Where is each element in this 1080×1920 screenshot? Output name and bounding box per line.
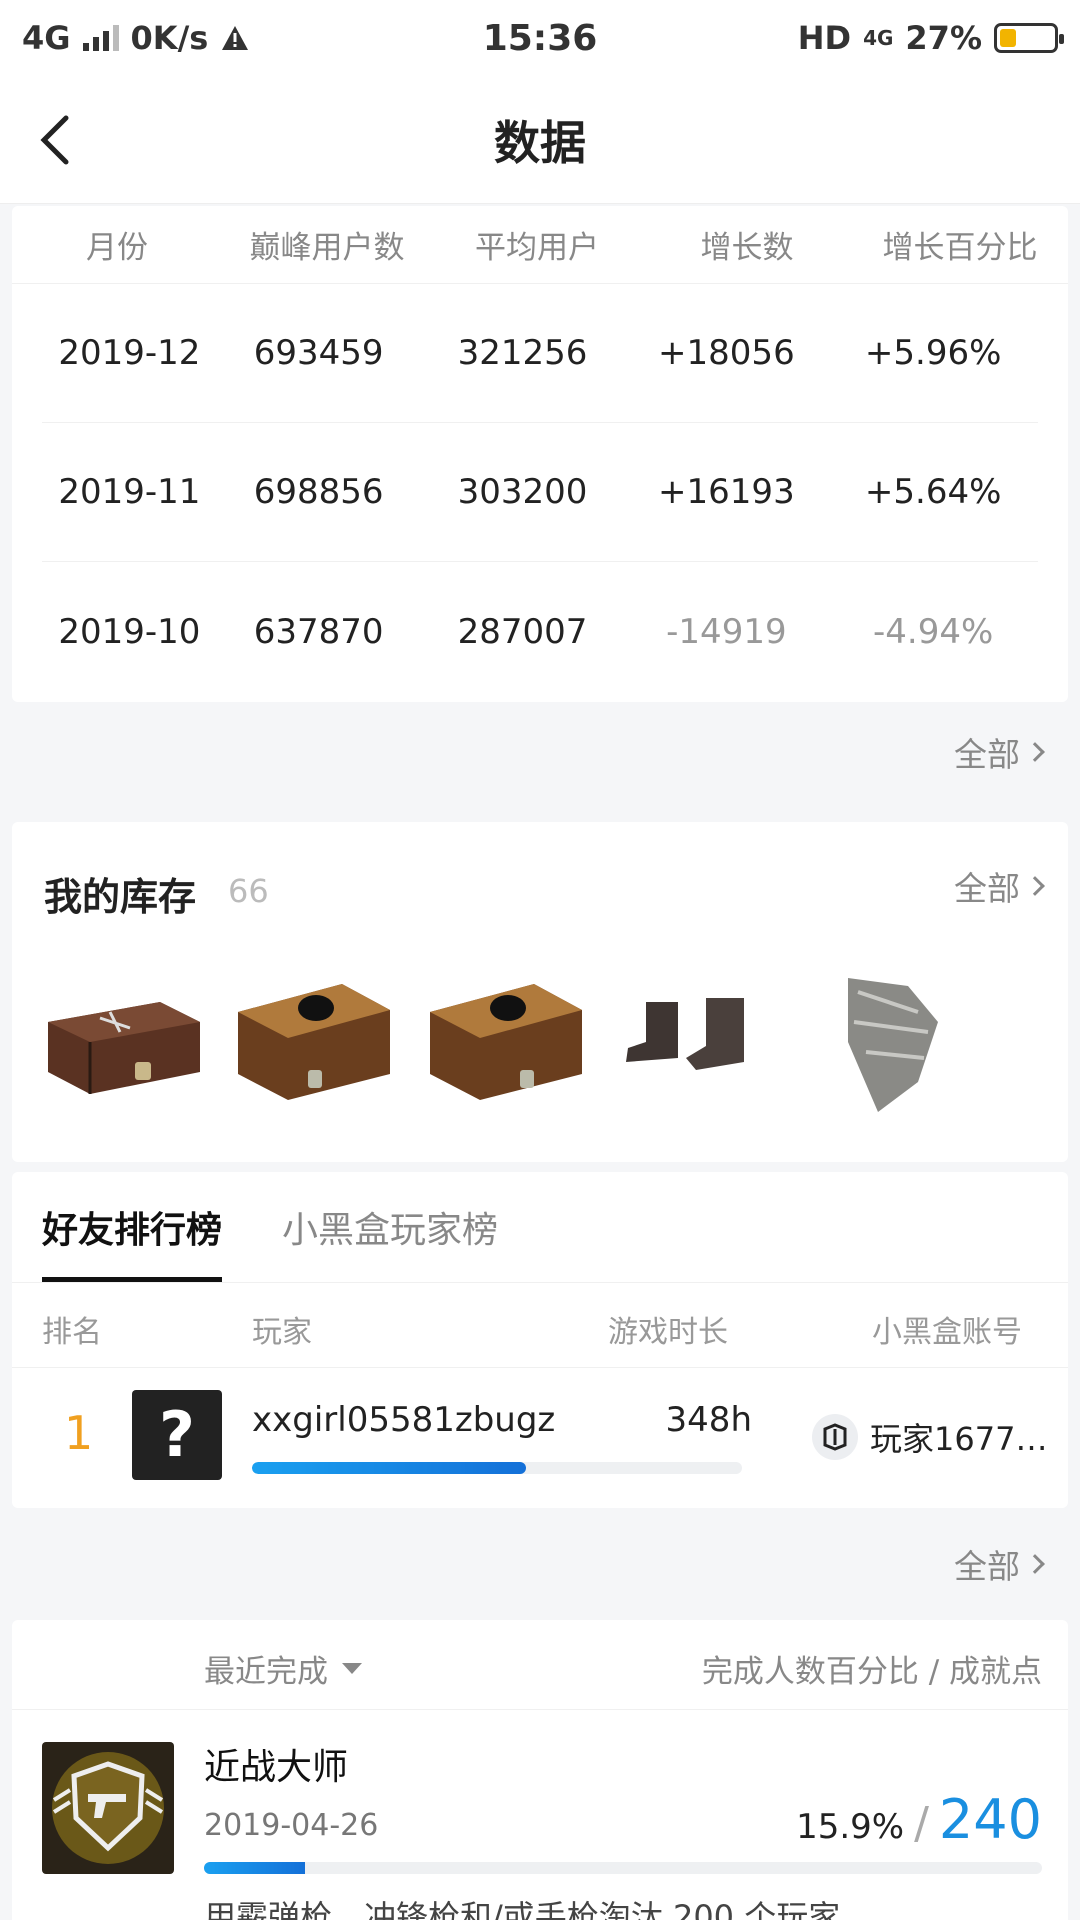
boots-item-icon[interactable] — [616, 962, 778, 1112]
cell-month: 2019-10 — [58, 611, 201, 652]
hd-indicator: HD — [797, 19, 852, 57]
battery-percent: 27% — [905, 19, 982, 57]
cell-growth-pct: +5.96% — [864, 333, 1002, 373]
back-arrow-icon[interactable] — [26, 108, 90, 172]
cell-month: 2019-11 — [58, 472, 201, 512]
achievements-section: 最近完成 完成人数百分比 / 成就点 近战大师 2019-04-26 15.9%… — [12, 1620, 1068, 1920]
chevron-right-icon — [1025, 1554, 1045, 1574]
caret-down-icon — [342, 1663, 362, 1674]
inventory-items — [40, 962, 970, 1112]
col-growth: 增长数 — [700, 230, 794, 266]
achievement-progress-fill — [204, 1862, 305, 1874]
table-row: 2019-12 693459 321256 +18056 +5.96% — [42, 284, 1038, 423]
ranking-more-link[interactable]: 全部 — [954, 1540, 1045, 1588]
signal-icon — [82, 25, 119, 51]
cell-growth-pct: -4.94% — [873, 611, 994, 652]
achievement-stats: 15.9% / 240 — [796, 1788, 1042, 1851]
more-label: 全部 — [954, 1547, 1020, 1586]
col-month: 月份 — [86, 230, 148, 266]
network-type: 4G — [22, 19, 71, 57]
battery-icon — [994, 23, 1064, 53]
inventory-title: 我的库存 — [44, 875, 197, 919]
inventory-count: 66 — [228, 872, 269, 910]
cell-growth: +18056 — [658, 333, 795, 373]
achievements-header: 最近完成 完成人数百分比 / 成就点 — [12, 1620, 1068, 1710]
scarf-item-icon[interactable] — [808, 962, 970, 1112]
table-row: 2019-11 698856 303200 +16193 +5.64% — [42, 423, 1038, 562]
account-name: 玩家1677… — [870, 1420, 1048, 1458]
cell-avg: 303200 — [457, 472, 588, 512]
chevron-right-icon — [1025, 742, 1045, 762]
stat-separator: / — [914, 1798, 929, 1849]
ranking-tabs: 好友排行榜 小黑盒玩家榜 — [42, 1172, 498, 1282]
cell-peak: 693459 — [253, 333, 384, 373]
achievement-name: 近战大师 — [204, 1747, 349, 1788]
cell-growth: +16193 — [658, 472, 795, 512]
network-speed: 0K/s — [130, 19, 209, 57]
nav-bar: 数据 — [0, 76, 1080, 204]
achievement-description: 用霰弹枪、冲锋枪和/或手枪淘汰 200 个玩家。 — [204, 1898, 873, 1920]
playtime-bar-fill — [252, 1462, 527, 1474]
rank-number: 1 — [64, 1406, 94, 1460]
tab-heybox-ranking[interactable]: 小黑盒玩家榜 — [282, 1172, 498, 1282]
col-avg: 平均用户 — [475, 230, 599, 266]
cell-avg: 321256 — [457, 333, 588, 373]
melee-master-badge-icon — [42, 1742, 174, 1874]
sort-label: 最近完成 — [204, 1654, 328, 1690]
col-playtime: 游戏时长 — [608, 1315, 728, 1350]
cell-growth-pct: +5.64% — [864, 472, 1002, 512]
cell-avg: 287007 — [457, 611, 588, 652]
avatar[interactable]: ? — [132, 1390, 222, 1480]
page-title: 数据 — [494, 115, 586, 170]
status-bar: 4G 0K/s 15:36 HD 4G 27% — [0, 0, 1080, 76]
table-row: 2019-10 637870 287007 -14919 -4.94% — [42, 562, 1038, 701]
chevron-right-icon — [1025, 876, 1045, 896]
stats-table: 月份 巅峰用户数 平均用户 增长数 增长百分比 2019-12 693459 3… — [12, 206, 1068, 702]
ranking-section: 好友排行榜 小黑盒玩家榜 排名 玩家 游戏时长 小黑盒账号 1 ? xxgirl… — [12, 1172, 1068, 1508]
cell-peak: 698856 — [253, 472, 384, 512]
col-player: 玩家 — [252, 1315, 312, 1350]
col-account: 小黑盒账号 — [872, 1315, 1022, 1350]
inventory-more-link[interactable]: 全部 — [954, 862, 1045, 910]
warning-icon — [222, 26, 249, 50]
more-label: 全部 — [954, 735, 1020, 774]
ranking-header: 排名 玩家 游戏时长 小黑盒账号 — [12, 1282, 1068, 1368]
tab-friends-ranking[interactable]: 好友排行榜 — [42, 1172, 223, 1282]
inventory-section: 我的库存 66 全部 — [12, 822, 1068, 1162]
cell-month: 2019-12 — [58, 333, 201, 373]
col-growth-pct: 增长百分比 — [882, 230, 1038, 266]
achievement-date: 2019-04-26 — [204, 1808, 379, 1843]
play-hours: 348h — [665, 1400, 752, 1440]
battery-fill — [1000, 29, 1016, 47]
achievement-column-label: 完成人数百分比 / 成就点 — [701, 1654, 1042, 1690]
cell-peak: 637870 — [253, 611, 384, 652]
player-name: xxgirl05581zbugz — [252, 1400, 556, 1440]
col-peak: 巅峰用户数 — [249, 230, 405, 266]
achievement-points: 240 — [938, 1788, 1042, 1851]
cell-growth: -14919 — [666, 611, 787, 652]
playtime-bar — [252, 1462, 742, 1474]
crate-item-icon[interactable] — [424, 962, 586, 1112]
crate-item-icon[interactable] — [40, 962, 202, 1112]
network-small: 4G — [863, 26, 894, 50]
table-row[interactable]: 1 ? xxgirl05581zbugz 348h 玩家1677… — [12, 1368, 1068, 1508]
sort-dropdown[interactable]: 最近完成 — [204, 1646, 362, 1691]
achievement-progress-bar — [204, 1862, 1042, 1874]
achievement-percent: 15.9% — [796, 1807, 905, 1847]
crate-item-icon[interactable] — [232, 962, 394, 1112]
stats-more-link[interactable]: 全部 — [954, 728, 1045, 776]
col-rank: 排名 — [42, 1315, 102, 1350]
account-link[interactable]: 玩家1677… — [812, 1414, 1047, 1460]
more-label: 全部 — [954, 869, 1020, 908]
heybox-logo-icon — [812, 1414, 858, 1460]
stats-header: 月份 巅峰用户数 平均用户 增长数 增长百分比 — [12, 206, 1068, 284]
